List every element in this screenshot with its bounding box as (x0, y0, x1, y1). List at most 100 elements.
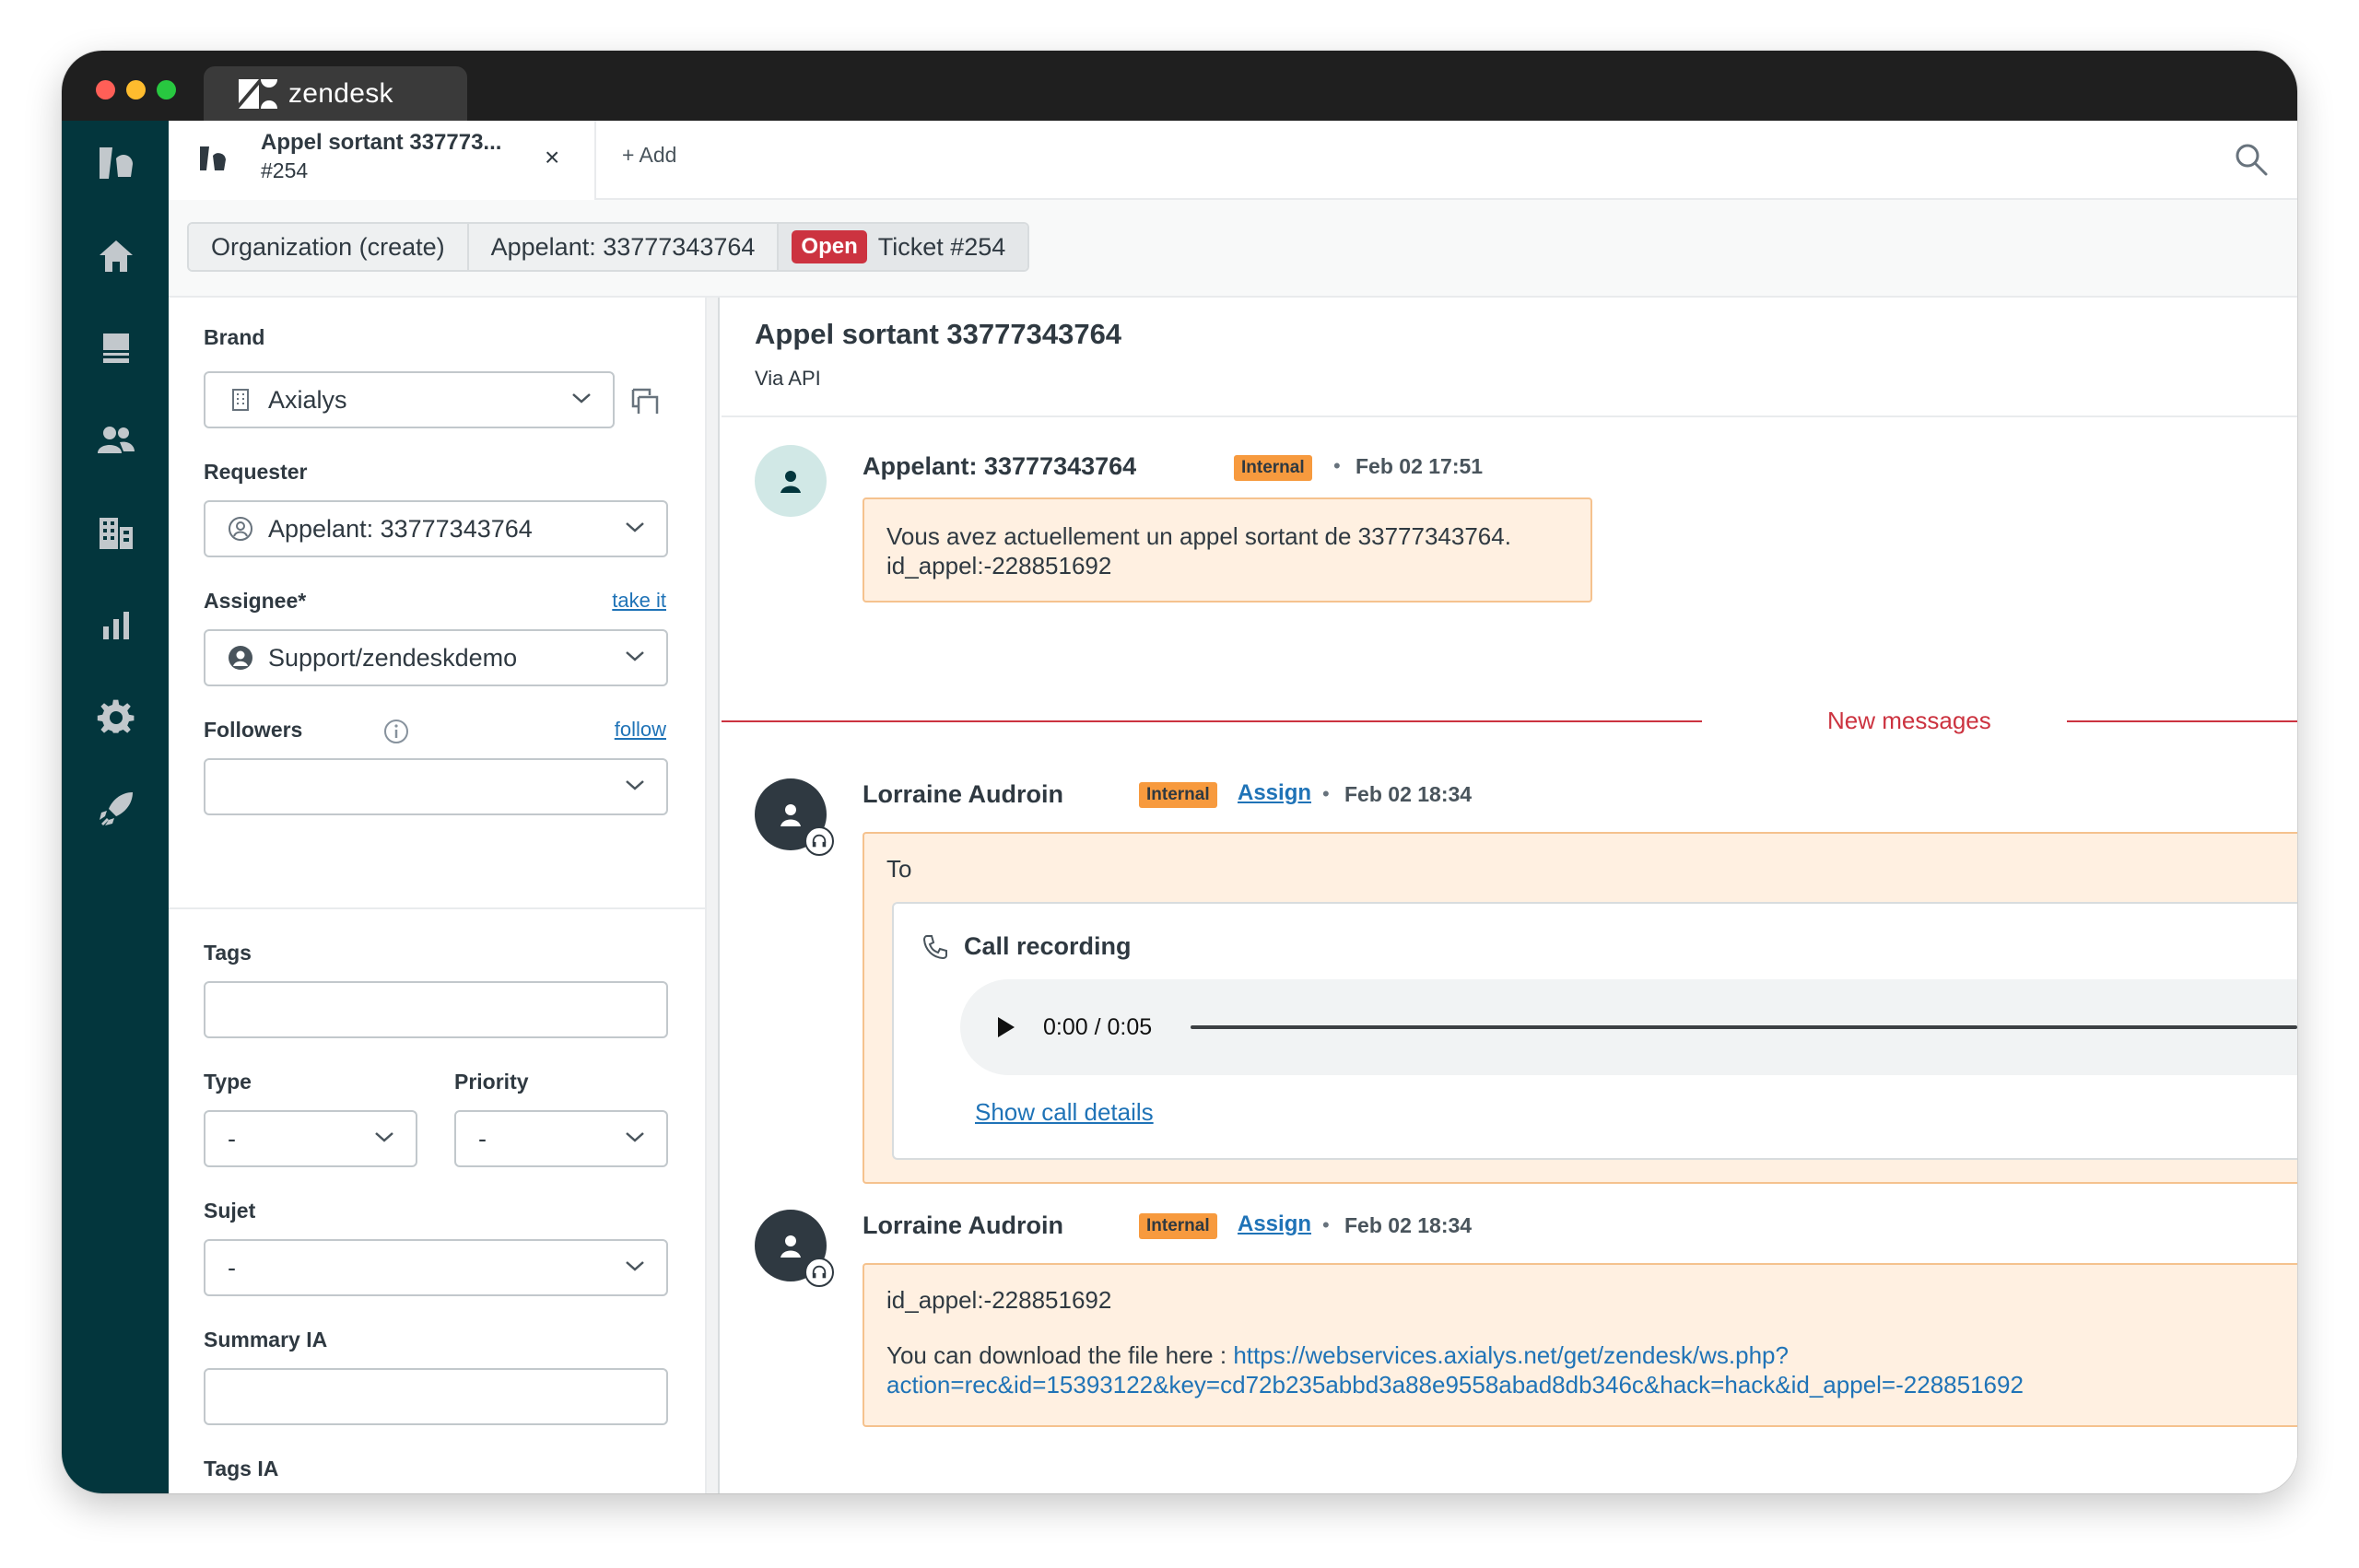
conversation-header: Appel sortant 33777343764 Via API (722, 298, 2297, 417)
status-badge: Open (792, 230, 867, 263)
message-body: Vous avez actuellement un appel sortant … (863, 497, 1592, 603)
sujet-label: Sujet (204, 1199, 256, 1223)
message-text: Vous avez actuellement un appel sortant … (886, 522, 1511, 550)
settings-gear-icon[interactable] (95, 696, 137, 738)
app-tab[interactable]: zendesk (204, 66, 467, 121)
new-messages-divider (2067, 720, 2297, 722)
follow-link[interactable]: follow (615, 718, 666, 742)
chevron-down-icon (626, 780, 644, 790)
followers-select[interactable] (204, 758, 668, 815)
chevron-down-icon (572, 393, 591, 404)
download-prefix: You can download the file here : (886, 1341, 1234, 1369)
agent-avatar-icon (780, 804, 801, 826)
tags-ia-label: Tags IA (204, 1457, 279, 1480)
sujet-select[interactable]: - (204, 1239, 668, 1296)
download-link[interactable]: https://webservices.axialys.net/get/zend… (1233, 1341, 1789, 1369)
headset-icon (804, 1258, 834, 1287)
message-text: id_appel:-228851692 (886, 552, 1112, 579)
panel-scrollbar[interactable] (707, 298, 720, 1493)
avatar (755, 1210, 834, 1287)
avatar (755, 778, 834, 856)
getting-started-rocket-icon[interactable] (95, 788, 137, 830)
breadcrumb-ticket-label: Ticket #254 (877, 232, 1006, 261)
message-author[interactable]: Appelant: 33777343764 (863, 452, 1136, 481)
breadcrumb-bar: Organization (create) Appelant: 33777343… (169, 200, 2297, 298)
priority-select[interactable]: - (454, 1110, 668, 1167)
search-icon[interactable] (2233, 141, 2270, 178)
ticket-tab-icon (200, 146, 226, 170)
priority-label: Priority (454, 1070, 529, 1094)
info-icon[interactable] (382, 718, 410, 745)
maximize-window-button[interactable] (157, 80, 176, 99)
brand-value: Axialys (268, 385, 347, 414)
assign-link[interactable]: Assign (1238, 1211, 1311, 1237)
show-call-details-link[interactable]: Show call details (975, 1097, 1154, 1127)
play-icon[interactable] (993, 1014, 1017, 1040)
views-icon[interactable] (95, 327, 137, 369)
call-recording-card: Call recording 0:00 / 0:05 Show call det… (892, 902, 2297, 1160)
zendesk-product-icon[interactable] (95, 143, 137, 185)
separator-dot: • (1322, 782, 1330, 805)
customers-icon[interactable] (95, 419, 137, 462)
requester-select[interactable]: Appelant: 33777343764 (204, 500, 668, 557)
building-icon (232, 389, 249, 411)
close-tab-button[interactable]: × (545, 143, 559, 172)
new-messages-label: New messages (1827, 707, 1991, 734)
message-author[interactable]: Lorraine Audroin (863, 780, 1063, 809)
message-body: id_appel:-228851692 You can download the… (863, 1263, 2297, 1427)
message-text: id_appel:-228851692 (886, 1286, 1112, 1314)
message-timestamp: Feb 02 18:34 (1344, 1213, 1473, 1237)
summary-ia-input[interactable] (204, 1368, 668, 1425)
copy-brand-icon[interactable] (629, 386, 661, 417)
organizations-icon[interactable] (95, 511, 137, 554)
chevron-down-icon (626, 651, 644, 661)
message-to: To (886, 855, 912, 883)
breadcrumb-requester[interactable]: Appelant: 33777343764 (468, 224, 780, 270)
assignee-label: Assignee* (204, 589, 307, 613)
reporting-icon[interactable] (95, 603, 137, 646)
breadcrumb-organization[interactable]: Organization (create) (189, 224, 469, 270)
message-body: To Call recording 0:00 / 0:05 Show call … (863, 832, 2297, 1184)
requester-value: Appelant: 33777343764 (268, 514, 533, 543)
message-timestamp: Feb 02 17:51 (1356, 454, 1484, 478)
agent-avatar-icon (229, 646, 252, 670)
ticket-tab-title: Appel sortant 337773... (261, 130, 502, 155)
internal-tag: Internal (1234, 455, 1312, 481)
add-tab-button[interactable]: + Add (622, 143, 676, 168)
ticket-subject: Appel sortant 33777343764 (755, 318, 1122, 350)
breadcrumb-organization-label: Organization (create) (211, 232, 445, 261)
type-label: Type (204, 1070, 252, 1094)
message-author[interactable]: Lorraine Audroin (863, 1211, 1063, 1240)
panel-divider (169, 907, 707, 909)
minimize-window-button[interactable] (126, 80, 146, 99)
breadcrumb-requester-label: Appelant: 33777343764 (490, 232, 756, 261)
sujet-value: - (228, 1253, 236, 1281)
player-time: 0:00 / 0:05 (1043, 1014, 1153, 1040)
audio-player: 0:00 / 0:05 (960, 979, 2297, 1075)
assign-link[interactable]: Assign (1238, 780, 1311, 806)
chevron-down-icon (626, 1132, 644, 1142)
download-link-continued[interactable]: action=rec&id=15393122&key=cd72b235abbd3… (886, 1370, 2275, 1399)
phone-icon (922, 935, 947, 960)
brand-select[interactable]: Axialys (204, 371, 615, 428)
ticket-tab-number: #254 (261, 158, 309, 182)
take-it-link[interactable]: take it (612, 589, 666, 613)
home-icon[interactable] (95, 235, 137, 277)
breadcrumb-ticket[interactable]: Open Ticket #254 (779, 224, 1028, 270)
call-recording-title: Call recording (964, 932, 1132, 960)
tab-ticket-254[interactable]: Appel sortant 337773... #254 × (169, 121, 596, 200)
breadcrumb: Organization (create) Appelant: 33777343… (187, 222, 1030, 272)
summary-ia-label: Summary IA (204, 1328, 328, 1352)
chevron-down-icon (375, 1132, 393, 1142)
type-select[interactable]: - (204, 1110, 417, 1167)
requester-label: Requester (204, 460, 308, 484)
assignee-select[interactable]: Support/zendeskdemo (204, 629, 668, 686)
brand-label: Brand (204, 325, 265, 349)
close-window-button[interactable] (96, 80, 115, 99)
left-nav (62, 121, 169, 1493)
separator-dot: • (1322, 1213, 1330, 1236)
assignee-value: Support/zendeskdemo (268, 643, 518, 672)
audio-progress-slider[interactable] (1191, 1025, 2297, 1029)
tags-input[interactable] (204, 981, 668, 1038)
ticket-channel: Via API (755, 367, 821, 390)
